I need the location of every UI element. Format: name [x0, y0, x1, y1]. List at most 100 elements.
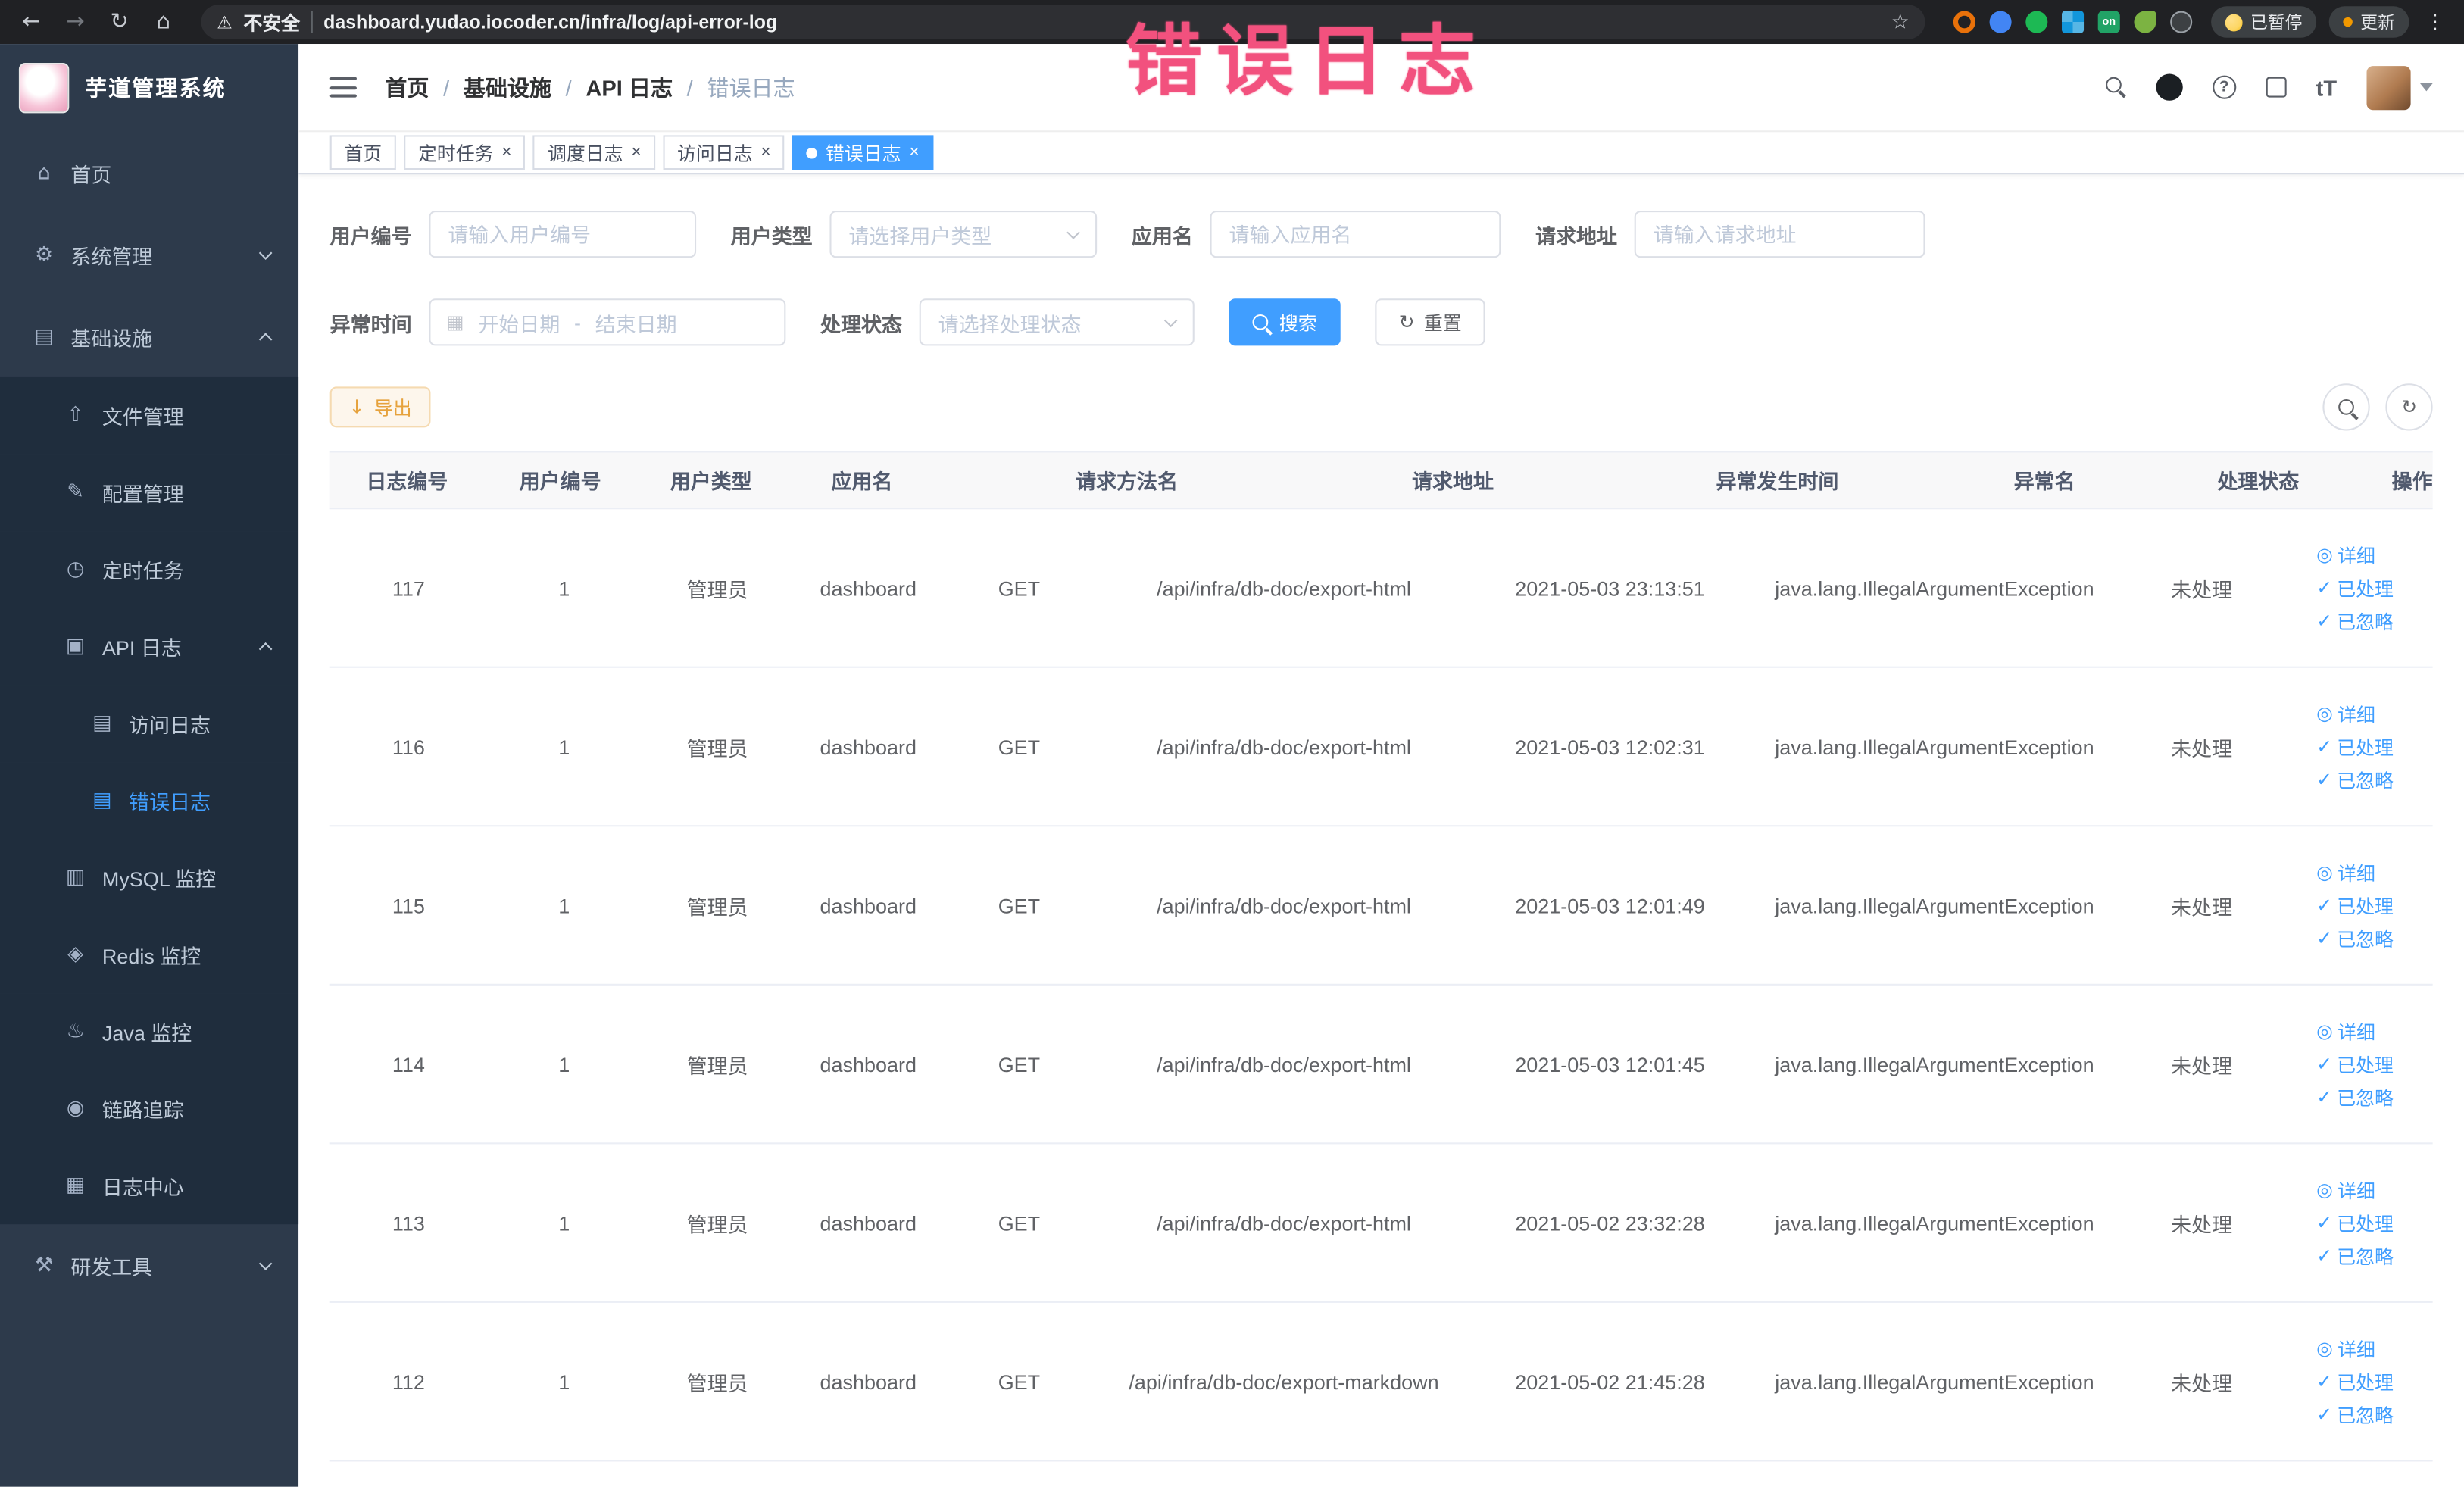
cell-exception-time: 2021-05-03 12:01:45 — [1515, 1052, 1705, 1076]
extension-icon-blue[interactable] — [1989, 11, 2012, 33]
url-text[interactable]: dashboard.yudao.iocoder.cn/infra/log/api… — [323, 11, 1880, 33]
view-tab[interactable]: 调度日志 × — [533, 135, 655, 170]
update-button[interactable]: 更新 — [2328, 6, 2409, 38]
detail-link-label: 详细 — [2338, 1020, 2375, 1043]
export-button[interactable]: ↓ 导出 — [329, 386, 431, 428]
breadcrumb-item[interactable]: 首页 — [385, 71, 429, 102]
sidebar-item[interactable]: ▤ 访问日志 — [0, 685, 299, 763]
sidebar-item[interactable]: ▤ 错误日志 — [0, 762, 299, 839]
cell-request-method: GET — [998, 1211, 1041, 1235]
back-button[interactable]: ← — [16, 6, 47, 37]
reload-button[interactable]: ↻ — [104, 6, 135, 37]
sidebar-item[interactable]: ♨ Java 监控 — [0, 993, 299, 1070]
help-icon[interactable]: ? — [2212, 75, 2236, 99]
address-bar[interactable]: ⚠ 不安全 dashboard.yudao.iocoder.cn/infra/l… — [201, 5, 1925, 39]
mark-processed-link[interactable]: ✓ 已处理 — [2316, 1051, 2394, 1077]
sidebar-item[interactable]: ⇧ 文件管理 — [0, 376, 299, 455]
request-url-input[interactable] — [1634, 211, 1925, 258]
extension-icon-switch[interactable]: on — [2097, 11, 2120, 33]
user-id-input[interactable] — [429, 211, 697, 258]
processed-link-label: 已处理 — [2337, 736, 2394, 759]
close-icon[interactable]: × — [909, 143, 919, 161]
extension-icon-orange[interactable] — [1953, 11, 1975, 33]
trace-icon: ◉ — [66, 1097, 85, 1121]
fullscreen-icon[interactable] — [2266, 77, 2287, 98]
detail-link[interactable]: ◎ 详细 — [2316, 542, 2375, 568]
sidebar-item[interactable]: ✎ 配置管理 — [0, 454, 299, 532]
close-icon[interactable]: × — [760, 143, 770, 161]
detail-link[interactable]: ◎ 详细 — [2316, 700, 2375, 726]
app-name-input[interactable] — [1210, 211, 1501, 258]
sidebar-item[interactable]: ⚒ 研发工具 — [0, 1224, 298, 1306]
cell-request-method: GET — [998, 576, 1041, 600]
view-tab[interactable]: 错误日志 × — [792, 135, 934, 170]
mark-ignored-link[interactable]: ✓ 已忽略 — [2316, 925, 2394, 951]
browser-menu-icon[interactable]: ⋮ — [2422, 10, 2448, 33]
sidebar-item-label: 日志中心 — [101, 1175, 184, 1199]
reset-button[interactable]: ↻ 重置 — [1375, 298, 1485, 346]
mark-ignored-link[interactable]: ✓ 已忽略 — [2316, 608, 2394, 634]
mark-processed-link[interactable]: ✓ 已处理 — [2316, 1209, 2394, 1236]
cell-log-id: 115 — [392, 893, 425, 917]
detail-link[interactable]: ◎ 详细 — [2316, 1017, 2375, 1044]
sidebar-item[interactable]: ◉ 链路追踪 — [0, 1070, 299, 1148]
security-label[interactable]: 不安全 — [243, 8, 300, 35]
sidebar-item[interactable]: ▣ API 日志 — [0, 608, 299, 686]
detail-link-label: 详细 — [2338, 861, 2375, 885]
sidebar-logo[interactable]: 芋道管理系统 — [0, 44, 298, 132]
view-tab[interactable]: 访问日志 × — [663, 135, 785, 170]
mark-ignored-link[interactable]: ✓ 已忽略 — [2316, 766, 2394, 792]
close-icon[interactable]: × — [631, 143, 641, 161]
mark-ignored-link[interactable]: ✓ 已忽略 — [2316, 1401, 2394, 1428]
filter-row-2: 异常时间 ▦ 开始日期 - 结束日期 处理状态 请选择处理状态 搜索 ↻ 重置 — [330, 298, 2433, 346]
view-tab[interactable]: 首页 × — [329, 135, 396, 170]
mark-ignored-link[interactable]: ✓ 已忽略 — [2316, 1242, 2394, 1269]
search-icon[interactable] — [2105, 77, 2126, 98]
forward-button[interactable]: → — [60, 6, 91, 37]
mark-processed-link[interactable]: ✓ 已处理 — [2316, 733, 2394, 760]
cell-actions: ◎ 详细 ✓ 已处理 ✓ 已忽略 — [2281, 1144, 2432, 1301]
bookmark-star-icon[interactable]: ☆ — [1891, 10, 1910, 33]
extension-icon-leaf[interactable] — [2134, 11, 2156, 33]
extension-icon-dark[interactable] — [2170, 11, 2193, 33]
detail-link[interactable]: ◎ 详细 — [2316, 1176, 2375, 1203]
chevron-icon — [258, 245, 273, 259]
github-icon[interactable] — [2156, 73, 2183, 101]
mark-ignored-link[interactable]: ✓ 已忽略 — [2316, 1084, 2394, 1111]
sidebar-item[interactable]: ▤ 基础设施 — [0, 295, 298, 377]
avatar[interactable] — [2366, 65, 2411, 110]
sidebar-collapse-button[interactable] — [329, 77, 357, 98]
extension-icon-green[interactable] — [2025, 11, 2048, 33]
detail-link[interactable]: ◎ 详细 — [2316, 1335, 2375, 1361]
sidebar-item[interactable]: ▦ 日志中心 — [0, 1147, 299, 1225]
date-range-picker[interactable]: ▦ 开始日期 - 结束日期 — [429, 298, 786, 346]
sidebar-item[interactable]: ⌂ 首页 — [0, 132, 298, 214]
extensions-row: on — [1953, 11, 2193, 33]
extension-icon-grid[interactable] — [2062, 11, 2085, 33]
refresh-button[interactable]: ↻ — [2385, 383, 2433, 431]
sidebar-item-label: 基础设施 — [70, 326, 153, 350]
cell-user-type: 管理员 — [686, 1371, 748, 1395]
status-select[interactable]: 请选择处理状态 — [919, 298, 1195, 346]
sidebar-item[interactable]: ◈ Redis 监控 — [0, 916, 299, 994]
sidebar-item[interactable]: ▥ MySQL 监控 — [0, 839, 299, 917]
mark-processed-link[interactable]: ✓ 已处理 — [2316, 1368, 2394, 1395]
paused-badge[interactable]: 已暂停 — [2211, 6, 2317, 38]
breadcrumb-item[interactable]: 基础设施 — [464, 71, 551, 102]
sidebar-item[interactable]: ⚙ 系统管理 — [0, 214, 298, 295]
font-size-icon[interactable]: tT — [2316, 75, 2337, 100]
mark-processed-link[interactable]: ✓ 已处理 — [2316, 574, 2394, 601]
breadcrumb-item[interactable]: API 日志 — [586, 71, 673, 102]
search-toggle-button[interactable] — [2322, 383, 2370, 431]
close-icon[interactable]: × — [501, 143, 511, 161]
sidebar-menu: ⌂ 首页 ⚙ 系统管理 ▤ 基础设施 ⇧ 文件管理 ✎ 配置管理 ◷ 定时任务 … — [0, 132, 299, 1306]
home-button[interactable]: ⌂ — [148, 6, 179, 37]
user-menu[interactable] — [2366, 65, 2433, 110]
user-type-select[interactable]: 请选择用户类型 — [829, 211, 1098, 258]
search-button[interactable]: 搜索 — [1229, 298, 1341, 346]
mark-processed-link[interactable]: ✓ 已处理 — [2316, 892, 2394, 918]
view-tab[interactable]: 定时任务 × — [404, 135, 526, 170]
detail-link[interactable]: ◎ 详细 — [2316, 859, 2375, 886]
cell-user-type: 管理员 — [686, 1054, 748, 1078]
sidebar-item[interactable]: ◷ 定时任务 — [0, 531, 299, 608]
